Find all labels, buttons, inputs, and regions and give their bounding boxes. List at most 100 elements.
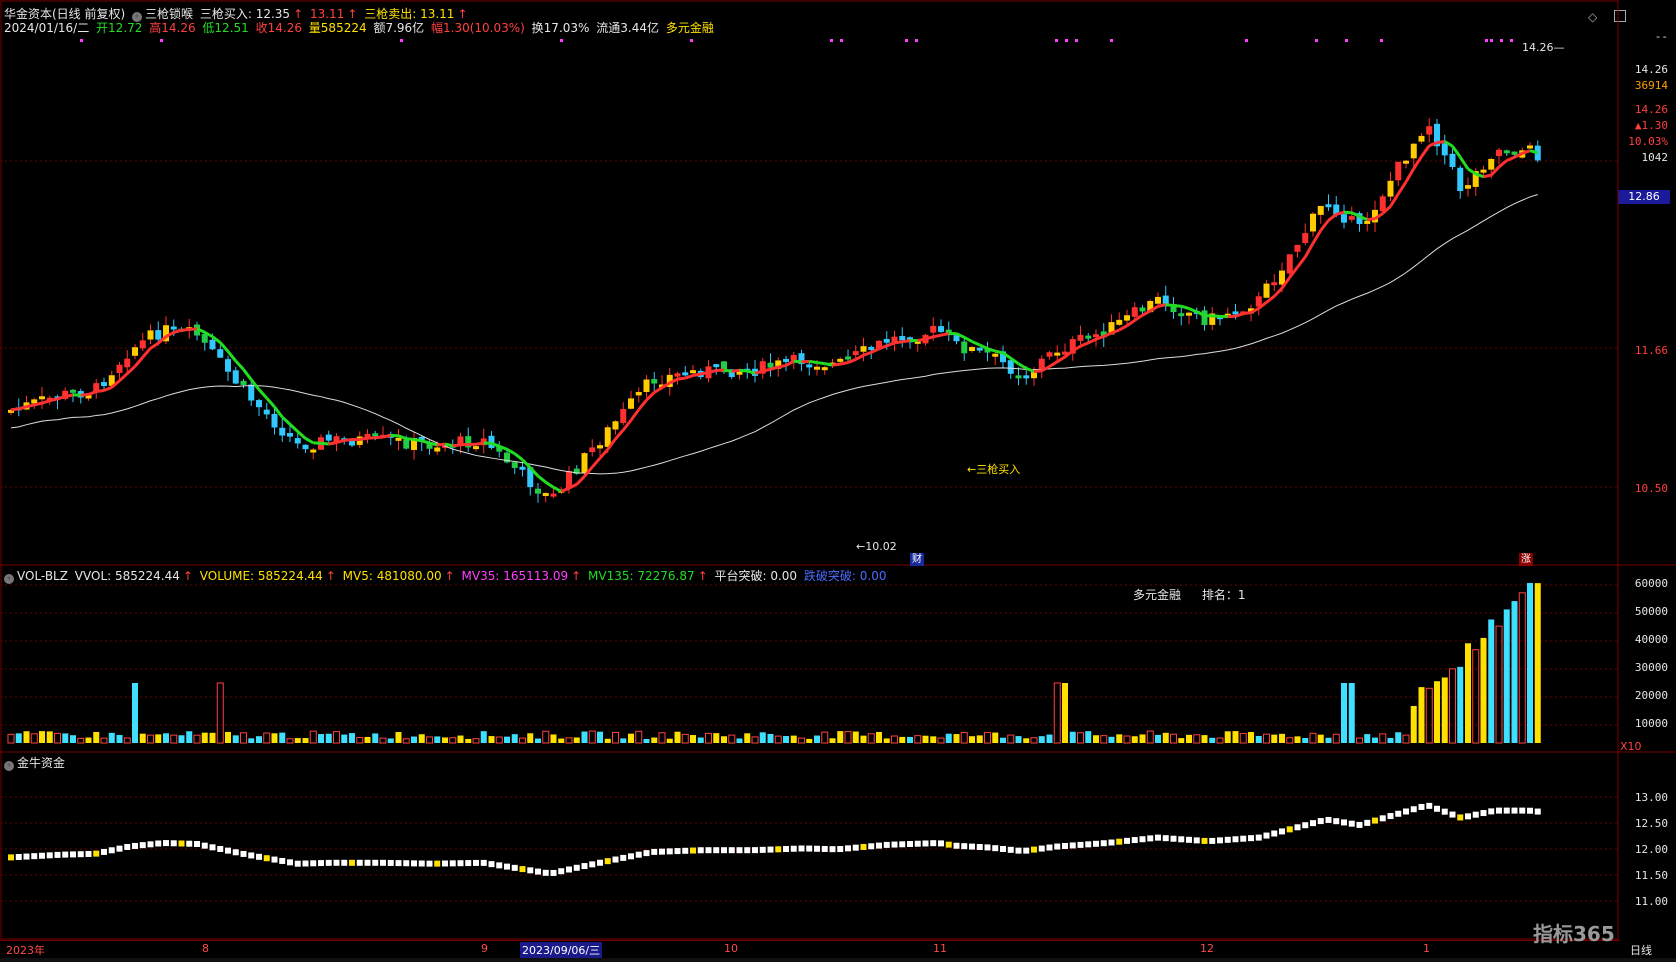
candle-body	[767, 362, 774, 368]
jn-dot	[39, 852, 45, 859]
volume-bar	[883, 738, 890, 743]
candle-body	[690, 370, 696, 374]
candle-body	[1046, 352, 1053, 357]
jn-dot	[1488, 808, 1495, 815]
volume-bar	[852, 731, 859, 743]
volume-bar	[1100, 735, 1108, 744]
volume-bar	[1271, 734, 1278, 743]
jn-dot	[449, 860, 456, 867]
volume-bar	[666, 738, 673, 743]
ma-short-line	[1412, 155, 1423, 170]
ma-short-line	[141, 347, 152, 359]
jn-dot	[504, 863, 510, 870]
jn-dot	[473, 859, 479, 866]
candle-body	[1395, 161, 1402, 181]
ma-short-line	[684, 374, 694, 380]
jn-dot	[643, 850, 650, 857]
ma-short-line	[1273, 287, 1284, 298]
jn-dot	[488, 861, 495, 868]
jn-dot	[790, 845, 797, 852]
candle-body	[713, 364, 720, 368]
candle-body	[225, 359, 231, 372]
jn-dot	[209, 844, 216, 851]
volume-bar	[1410, 705, 1417, 743]
jn-dot	[1000, 845, 1006, 852]
jn-dot	[542, 869, 549, 876]
jn-dot	[496, 862, 503, 869]
volume-bar	[504, 736, 510, 743]
volume-bar	[216, 682, 224, 744]
finance-badge[interactable]: 财	[910, 553, 924, 566]
jn-dot	[566, 866, 572, 873]
ma-short-line	[288, 423, 299, 433]
period-label[interactable]: 日线	[1630, 942, 1652, 958]
ma-short-line	[1467, 167, 1477, 176]
jn-dot	[527, 867, 534, 874]
jn-dot	[364, 859, 371, 866]
candle-body	[1480, 169, 1487, 173]
ma-short-line	[677, 376, 686, 381]
jn-dot	[1031, 846, 1037, 853]
ma-short-line	[1243, 311, 1252, 316]
volume-bar	[132, 683, 138, 743]
signal-dot	[1075, 39, 1078, 42]
jn-dot	[15, 853, 22, 860]
volume-bar	[1302, 738, 1309, 743]
volume-bar	[984, 731, 991, 744]
volume-bar	[62, 733, 69, 743]
volume-bar	[891, 735, 898, 744]
jn-dot	[93, 850, 100, 857]
jn-dot	[101, 848, 107, 855]
ma-short-line	[242, 368, 253, 381]
candle-body	[511, 462, 518, 468]
ma-short-line	[1017, 362, 1028, 370]
volume-bar	[395, 732, 402, 743]
volume-bar	[713, 733, 720, 743]
candle-body	[1441, 143, 1448, 156]
candle-body	[604, 427, 611, 447]
kline-chart[interactable]	[0, 0, 1676, 962]
volume-bar	[39, 731, 45, 743]
ma-short-line	[1296, 256, 1307, 269]
candle-body	[1201, 310, 1208, 326]
candle-body	[938, 326, 944, 332]
volume-bar	[1348, 683, 1355, 743]
jn-dot	[775, 846, 782, 853]
candle-body	[519, 466, 526, 470]
jn-dot	[1434, 805, 1440, 812]
ma-short-line	[940, 332, 950, 337]
ma-short-line	[429, 441, 438, 447]
ma-short-line	[421, 439, 430, 445]
candle-body	[535, 488, 541, 494]
ma-short-line	[1529, 149, 1539, 155]
volume-bar	[356, 736, 364, 744]
limit-up-badge[interactable]: 涨	[1519, 553, 1533, 566]
jn-dot	[969, 843, 975, 850]
jn-dot	[1170, 835, 1177, 842]
volume-bar	[1116, 734, 1123, 743]
jn-dot	[535, 868, 541, 875]
volume-bar	[1309, 732, 1317, 744]
jn-dot	[1023, 847, 1030, 854]
volume-bar	[1000, 737, 1006, 743]
jn-dot	[124, 843, 131, 850]
ma-short-line	[475, 441, 484, 446]
volume-bar	[767, 733, 774, 743]
candle-body	[961, 341, 968, 354]
volume-bar	[535, 738, 541, 743]
volume-bar	[170, 734, 178, 744]
ma-short-line	[513, 452, 524, 462]
volume-bar	[488, 736, 495, 743]
candle-body	[279, 427, 286, 436]
jn-dot	[457, 860, 464, 867]
volume-bar	[1069, 731, 1076, 743]
ma-short-line	[692, 372, 702, 377]
jn-dot	[612, 856, 619, 863]
date-2023: 2023年	[6, 944, 45, 957]
candle-body	[1302, 233, 1309, 244]
jn-dot	[1255, 834, 1262, 841]
volume-bar	[1038, 736, 1045, 743]
ma-short-line	[336, 439, 345, 445]
volume-bar	[1224, 731, 1231, 743]
candle-body	[868, 346, 875, 350]
